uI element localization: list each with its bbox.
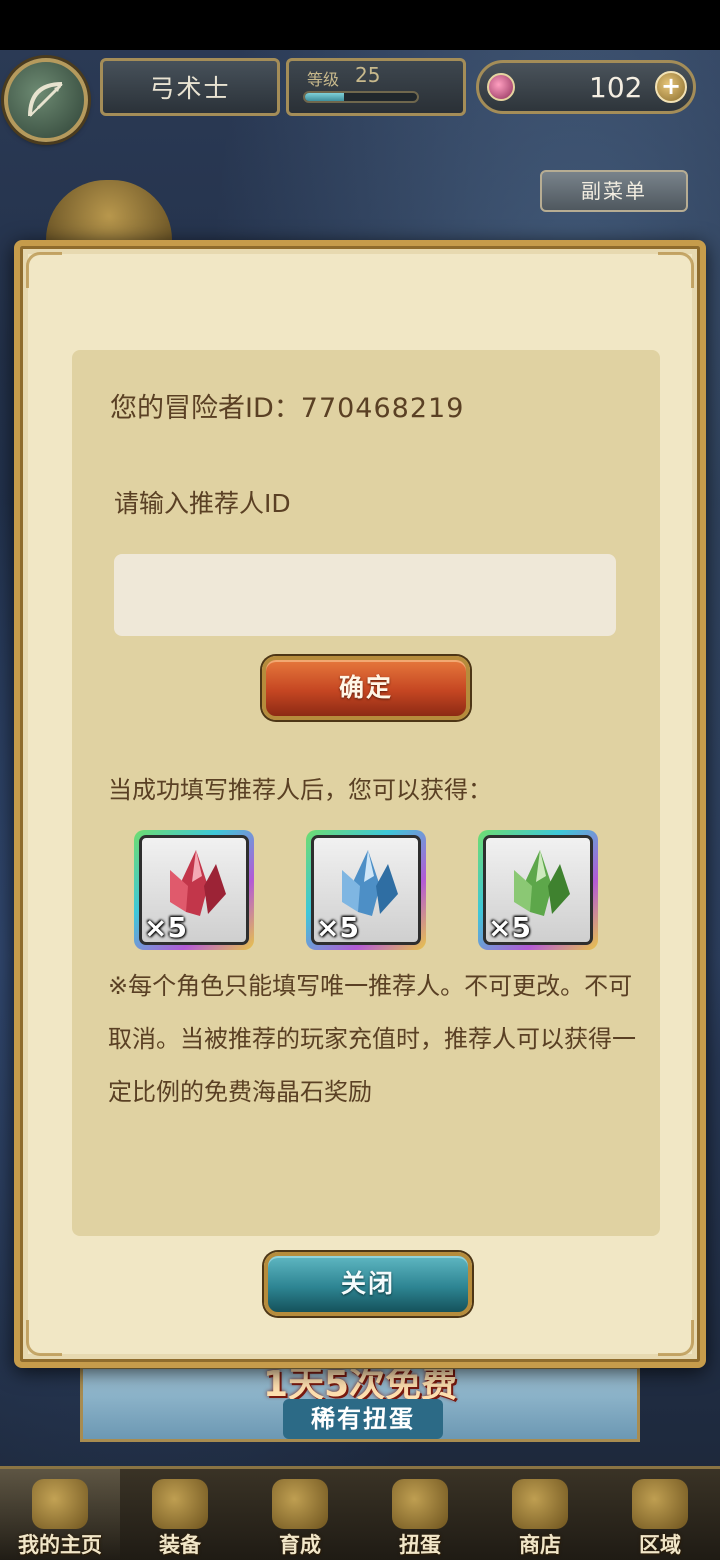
dialog-corner-ornament <box>26 252 62 288</box>
nav-item-shop[interactable]: 商店 <box>480 1469 600 1560</box>
gem-icon <box>487 73 515 101</box>
referral-note: ※每个角色只能填写唯一推荐人。不可更改。不可取消。当被推荐的玩家充值时，推荐人可… <box>108 972 636 1106</box>
bow-icon <box>28 82 63 117</box>
class-emblem-button[interactable] <box>4 58 88 142</box>
dialog-corner-ornament <box>658 1320 694 1356</box>
close-button[interactable]: 关闭 <box>264 1252 472 1316</box>
reward-quantity: ×5 <box>316 911 359 944</box>
nav-label: 我的主页 <box>18 1533 102 1557</box>
nav-label: 商店 <box>519 1533 561 1557</box>
gacha-banner[interactable]: 1天5次免费 稀有扭蛋 <box>80 1366 640 1442</box>
submenu-button[interactable]: 副菜单 <box>540 170 688 212</box>
nav-item-training[interactable]: 育成 <box>240 1469 360 1560</box>
status-bar <box>0 0 720 50</box>
scroll-icon <box>32 1479 88 1529</box>
dialog-corner-ornament <box>26 1320 62 1356</box>
nav-item-equipment[interactable]: 装备 <box>120 1469 240 1560</box>
helmet-icon <box>152 1479 208 1529</box>
adventurer-id-row: 您的冒险者ID：770468219 <box>110 386 464 425</box>
reward-quantity: ×5 <box>144 911 187 944</box>
nav-item-home[interactable]: 我的主页 <box>0 1469 120 1560</box>
nav-label: 扭蛋 <box>399 1533 441 1557</box>
nav-label: 装备 <box>159 1533 201 1557</box>
reward-item[interactable]: ×5 <box>134 830 254 950</box>
sword-icon <box>272 1479 328 1529</box>
level-label: 等级 <box>307 70 340 89</box>
level-value: 25 <box>355 63 381 87</box>
reward-item[interactable]: ×5 <box>478 830 598 950</box>
add-gems-button[interactable]: + <box>655 71 687 103</box>
nav-item-gacha[interactable]: 扭蛋 <box>360 1469 480 1560</box>
adventurer-id-value: 770468219 <box>300 393 465 424</box>
reward-intro-text: 当成功填写推荐人后，您可以获得： <box>108 776 492 804</box>
dialog-corner-ornament <box>658 252 694 288</box>
gacha-icon <box>392 1479 448 1529</box>
reward-item[interactable]: ×5 <box>306 830 426 950</box>
referrer-prompt: 请输入推荐人ID <box>114 489 291 518</box>
adventurer-id-label: 您的冒险者ID： <box>110 393 301 424</box>
banner-subtitle: 稀有扭蛋 <box>283 1399 443 1439</box>
gem-counter: 102 + <box>476 60 696 114</box>
nav-label: 育成 <box>279 1533 321 1557</box>
level-progress-fill <box>305 93 345 101</box>
bottom-nav: 我的主页 装备 育成 扭蛋 商店 区域 <box>0 1466 720 1560</box>
referral-dialog: 您的冒险者ID：770468219 请输入推荐人ID 确定 当成功填写推荐人后，… <box>14 240 706 1368</box>
nav-label: 区域 <box>639 1533 681 1557</box>
level-progress-bar <box>303 91 419 103</box>
nav-item-region[interactable]: 区域 <box>600 1469 720 1560</box>
confirm-button[interactable]: 确定 <box>262 656 470 720</box>
gem-count: 102 <box>589 71 643 104</box>
reward-quantity: ×5 <box>488 911 531 944</box>
class-name: 弓术士 <box>100 58 280 116</box>
level-indicator: 等级 25 <box>286 58 466 116</box>
globe-icon <box>632 1479 688 1529</box>
referrer-id-input[interactable] <box>114 554 616 636</box>
referral-panel: 您的冒险者ID：770468219 请输入推荐人ID 确定 当成功填写推荐人后，… <box>72 350 660 1236</box>
bag-icon <box>512 1479 568 1529</box>
